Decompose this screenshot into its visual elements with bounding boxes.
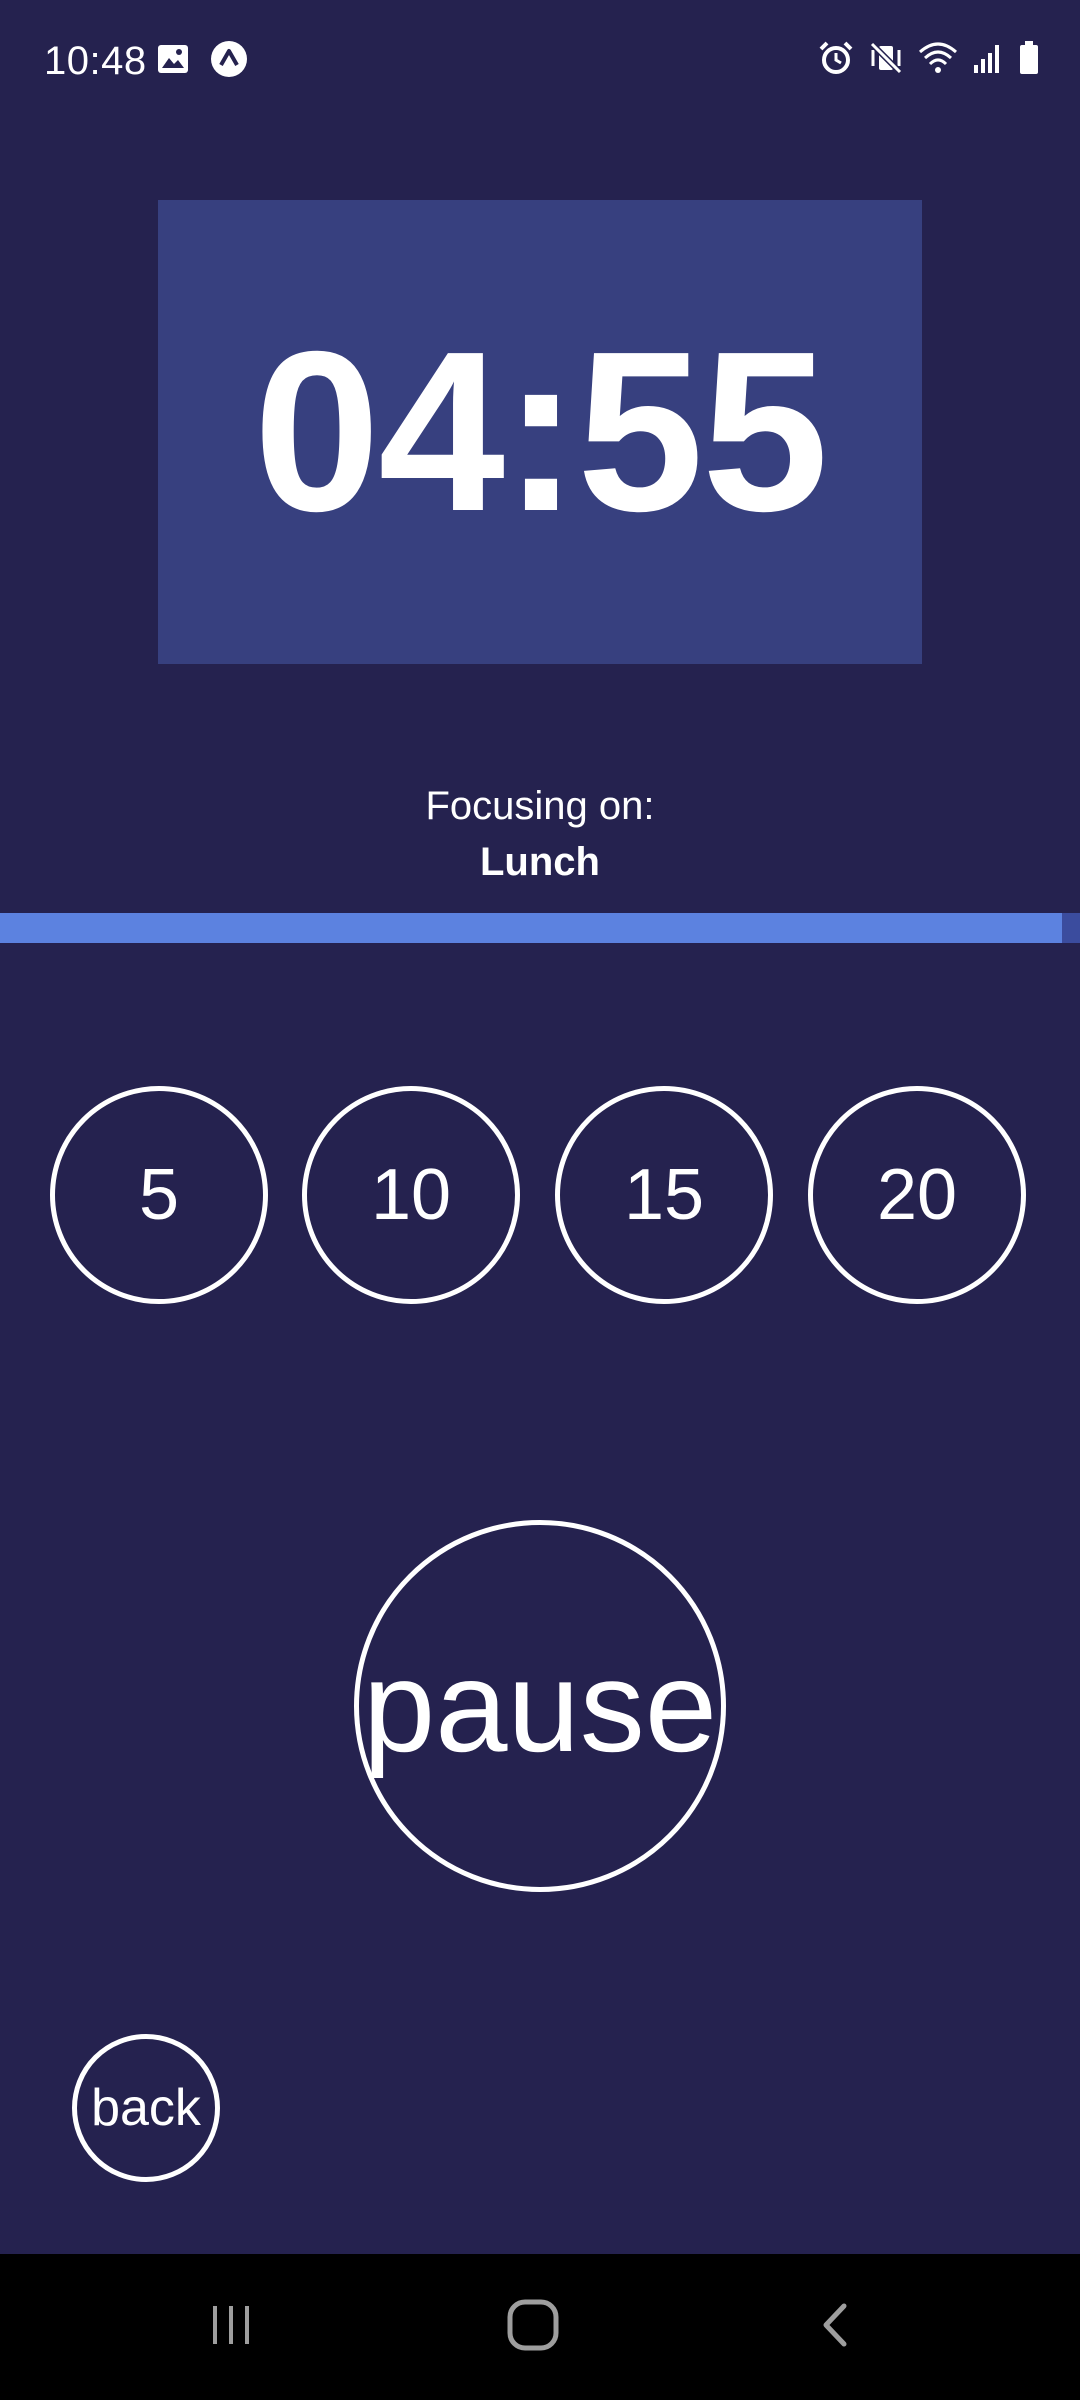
home-icon <box>506 2298 560 2357</box>
home-button[interactable] <box>488 2292 578 2362</box>
timer-display: 04:55 <box>253 305 828 559</box>
back-arrow-icon <box>812 2300 862 2355</box>
wifi-icon <box>918 40 958 76</box>
preset-15-button[interactable]: 15 <box>555 1086 773 1304</box>
status-left-icons <box>156 40 248 78</box>
system-back-button[interactable] <box>792 2292 882 2362</box>
pause-button[interactable]: pause <box>354 1520 726 1892</box>
preset-5-button[interactable]: 5 <box>50 1086 268 1304</box>
back-button[interactable]: back <box>72 2034 220 2182</box>
status-right-icons <box>818 40 1040 76</box>
vibrate-mute-icon <box>868 40 904 76</box>
timer-card: 04:55 <box>158 200 922 664</box>
battery-icon <box>1018 40 1040 76</box>
gallery-icon <box>156 42 190 76</box>
progress-bar <box>0 913 1080 943</box>
progress-bar-fill <box>0 913 1062 943</box>
system-nav-bar <box>0 2254 1080 2400</box>
alarm-icon <box>818 40 854 76</box>
signal-icon <box>972 41 1004 75</box>
status-bar: 10:48 <box>0 0 1080 124</box>
app-notification-icon <box>210 40 248 78</box>
preset-20-button[interactable]: 20 <box>808 1086 1026 1304</box>
status-time: 10:48 <box>44 39 147 83</box>
recents-icon <box>206 2300 256 2355</box>
focus-task-name: Lunch <box>480 840 600 884</box>
focus-label: Focusing on: <box>425 784 655 828</box>
focus-timer-screen: 10:48 04:55 Focusing on: Lunch 5 10 15 2… <box>0 0 1080 2400</box>
preset-10-button[interactable]: 10 <box>302 1086 520 1304</box>
recents-button[interactable] <box>186 2292 276 2362</box>
